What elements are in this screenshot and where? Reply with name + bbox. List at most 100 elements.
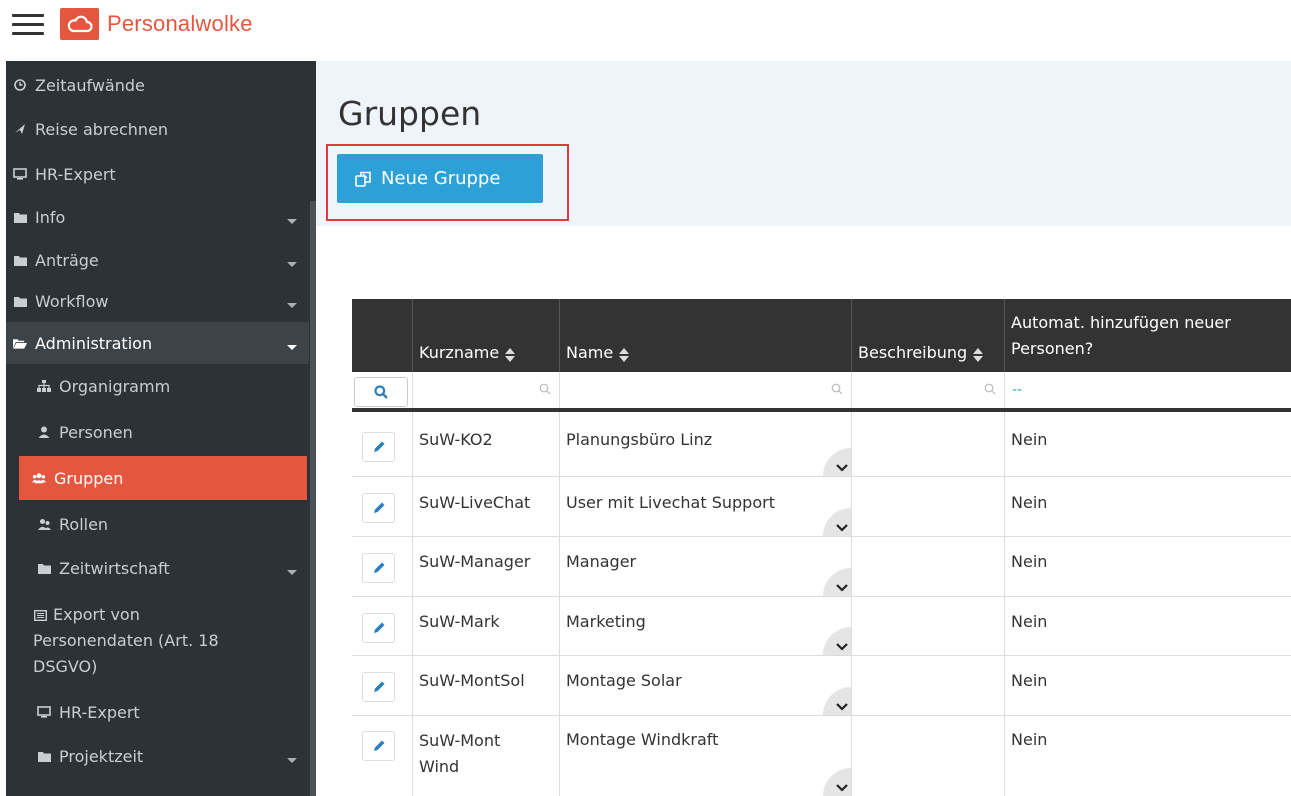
sidebar-item-label: Rollen — [59, 514, 109, 534]
filter-kurzname-input[interactable] — [413, 372, 559, 408]
filter-name-input[interactable] — [560, 372, 851, 408]
sidebar-item-label: Projektzeit — [59, 746, 144, 766]
sidebar-item-personen[interactable]: Personen — [6, 412, 309, 452]
sidebar-item-organigramm[interactable]: Organigramm — [6, 366, 309, 406]
cell-name-text: Manager — [566, 552, 637, 571]
sidebar-item-projektzeit[interactable]: Projektzeit — [6, 736, 309, 776]
sidebar-item-label: HR-Expert — [59, 702, 140, 722]
sidebar-item-zeitwirtschaft[interactable]: Zeitwirtschaft — [6, 548, 309, 588]
cell-beschreibung — [851, 597, 1004, 655]
monitor-icon — [37, 705, 51, 719]
sidebar-item-administration[interactable]: Administration — [6, 322, 309, 364]
search-icon — [984, 383, 996, 395]
sitemap-icon — [37, 379, 51, 393]
edit-button[interactable] — [362, 672, 395, 702]
column-header-label: Name — [566, 343, 614, 362]
chevron-down-icon — [287, 570, 297, 575]
cell-automat: Nein — [1004, 412, 1291, 476]
cell-beschreibung — [851, 716, 1004, 796]
chevron-down-icon — [836, 643, 848, 651]
filter-cell-kurzname — [412, 372, 559, 408]
copy-icon — [355, 171, 371, 187]
plane-icon — [13, 122, 27, 136]
pencil-icon — [373, 502, 384, 513]
sidebar-item-workflow[interactable]: Workflow — [6, 281, 309, 321]
menu-toggle-icon[interactable] — [12, 14, 44, 40]
sidebar-scrollbar[interactable] — [310, 201, 316, 796]
expand-row-button[interactable] — [823, 508, 851, 536]
brand-name: Personalwolke — [107, 11, 253, 36]
row-actions — [352, 477, 412, 536]
chevron-down-icon — [836, 784, 848, 792]
folder-open-icon — [13, 336, 27, 350]
cell-automat: Nein — [1004, 537, 1291, 596]
edit-button[interactable] — [362, 731, 395, 761]
chevron-down-icon — [836, 703, 848, 711]
cell-name: User mit Livechat Support — [559, 477, 851, 536]
cell-kurzname: SuW-KO2 — [412, 412, 559, 476]
sidebar-item-antraege[interactable]: Anträge — [6, 240, 309, 280]
folder-icon — [37, 749, 51, 763]
edit-button[interactable] — [362, 432, 395, 462]
column-header-automat[interactable]: Automat. hinzufügen neuer Personen? — [1004, 299, 1291, 372]
column-header-beschreibung[interactable]: Beschreibung — [851, 299, 1004, 372]
filter-beschreibung-input[interactable] — [852, 372, 1004, 408]
column-header-name[interactable]: Name — [559, 299, 851, 372]
pencil-icon — [373, 740, 384, 751]
sidebar-item-info[interactable]: Info — [6, 197, 309, 237]
table-row: SuW-MontWind Montage Windkraft Nein — [352, 716, 1291, 796]
sidebar-item-label: Reise abrechnen — [35, 119, 169, 139]
sidebar-item-export-personendaten[interactable]: Export von Personendaten (Art. 18 DSGVO) — [6, 600, 309, 680]
filter-cell-beschreibung — [851, 372, 1004, 408]
expand-row-button[interactable] — [823, 687, 851, 715]
table-row: SuW-KO2 Planungsbüro Linz Nein — [352, 412, 1291, 477]
cell-name: Manager — [559, 537, 851, 596]
expand-row-button[interactable] — [823, 448, 851, 476]
sidebar-item-hr-expert-admin[interactable]: HR-Expert — [6, 692, 309, 732]
sort-icon — [505, 348, 516, 362]
column-header-label: Kurzname — [419, 343, 500, 362]
filter-cell-automat[interactable]: -- — [1004, 372, 1291, 408]
cell-kurzname: SuW-MontWind — [412, 716, 559, 796]
chevron-down-icon — [287, 758, 297, 763]
cell-beschreibung — [851, 656, 1004, 715]
pencil-icon — [373, 681, 384, 692]
sidebar-item-label: Info — [35, 207, 66, 227]
user-roles-icon — [37, 517, 51, 531]
chevron-down-icon — [836, 584, 848, 592]
row-actions — [352, 656, 412, 715]
table-header: Kurzname Name Beschreibung Automat. hinz… — [352, 299, 1291, 372]
cell-name-text: Montage Windkraft — [566, 730, 719, 749]
sidebar-item-hr-expert[interactable]: HR-Expert — [6, 154, 309, 194]
row-actions — [352, 716, 412, 796]
search-button[interactable] — [354, 377, 408, 407]
pencil-icon — [373, 441, 384, 452]
cell-name-text: Montage Solar — [566, 671, 682, 690]
expand-row-button[interactable] — [823, 568, 851, 596]
sidebar-item-label: Administration — [35, 333, 153, 353]
chevron-down-icon — [287, 345, 297, 350]
sidebar-item-zeitaufwaende[interactable]: Zeitaufwände — [6, 65, 309, 105]
pencil-icon — [373, 622, 384, 633]
sidebar-item-reise-abrechnen[interactable]: Reise abrechnen — [6, 109, 309, 149]
folder-icon — [13, 253, 27, 267]
edit-button[interactable] — [362, 613, 395, 643]
sidebar-item-gruppen[interactable]: Gruppen — [19, 456, 307, 500]
expand-row-button[interactable] — [823, 627, 851, 655]
chevron-down-icon — [836, 464, 848, 472]
new-group-button[interactable]: Neue Gruppe — [337, 154, 543, 203]
sidebar-item-label: Organigramm — [59, 376, 171, 396]
edit-button[interactable] — [362, 553, 395, 583]
column-header-kurzname[interactable]: Kurzname — [412, 299, 559, 372]
filter-automat-select[interactable]: -- — [1012, 382, 1022, 398]
column-header-label: Automat. hinzufügen neuer Personen? — [1011, 312, 1231, 358]
cell-kurzname: SuW-MontSol — [412, 656, 559, 715]
list-icon — [33, 609, 47, 623]
sidebar-item-rollen[interactable]: Rollen — [6, 504, 309, 544]
users-icon — [32, 471, 46, 485]
top-bar: Personalwolke — [0, 0, 1291, 60]
cell-beschreibung — [851, 477, 1004, 536]
edit-button[interactable] — [362, 493, 395, 523]
brand-logo[interactable]: Personalwolke — [60, 8, 253, 40]
expand-row-button[interactable] — [823, 768, 851, 796]
